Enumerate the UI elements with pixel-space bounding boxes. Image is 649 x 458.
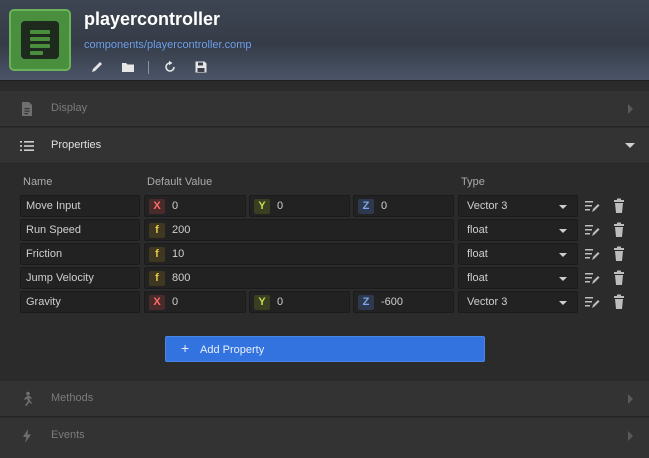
component-title: playercontroller xyxy=(84,9,221,29)
y-axis-badge: Y xyxy=(254,295,270,310)
vector-x-field[interactable]: X0 xyxy=(144,195,246,217)
property-row: Run Speed f 200 float xyxy=(20,219,640,241)
chevron-down-icon xyxy=(625,143,635,148)
edit-icon[interactable] xyxy=(88,58,106,76)
vector-x-field[interactable]: X0 xyxy=(144,291,246,313)
property-row: Jump Velocity f 800 float xyxy=(20,267,640,289)
y-axis-badge: Y xyxy=(254,199,270,214)
component-header: playercontroller components/playercontro… xyxy=(0,0,649,81)
section-properties[interactable]: Properties xyxy=(0,128,649,164)
x-axis-badge: X xyxy=(149,199,165,214)
dropdown-arrow-icon xyxy=(559,205,567,209)
type-dropdown[interactable]: float xyxy=(458,219,578,241)
edit-list-icon[interactable] xyxy=(584,222,600,238)
property-row: Move Input X0 Y0 Z0 Vector 3 xyxy=(20,195,640,217)
dropdown-arrow-icon xyxy=(559,253,567,257)
float-value-field[interactable]: f 200 xyxy=(144,219,454,241)
add-property-button[interactable]: + Add Property xyxy=(165,336,485,362)
section-events[interactable]: Events xyxy=(0,418,649,458)
type-dropdown[interactable]: Vector 3 xyxy=(458,291,578,313)
reload-icon[interactable] xyxy=(161,58,179,76)
chevron-right-icon xyxy=(628,431,633,441)
column-header-default-value: Default Value xyxy=(147,176,213,188)
type-dropdown[interactable]: float xyxy=(458,243,578,265)
column-header-name: Name xyxy=(23,176,53,188)
add-property-label: Add Property xyxy=(200,344,265,356)
header-toolbar xyxy=(88,58,223,76)
trash-icon[interactable] xyxy=(611,198,627,214)
toolbar-divider xyxy=(148,60,149,74)
plus-icon: + xyxy=(181,340,190,356)
float-badge: f xyxy=(149,247,165,262)
type-dropdown[interactable]: float xyxy=(458,267,578,289)
section-events-label: Events xyxy=(51,429,85,441)
z-axis-badge: Z xyxy=(358,199,374,214)
save-icon[interactable] xyxy=(192,58,210,76)
float-value-field[interactable]: f 800 xyxy=(144,267,454,289)
lightning-icon xyxy=(23,429,31,443)
z-axis-badge: Z xyxy=(358,295,374,310)
vector-z-field[interactable]: Z0 xyxy=(353,195,454,217)
dropdown-arrow-icon xyxy=(559,277,567,281)
vector-y-field[interactable]: Y0 xyxy=(249,291,350,313)
component-editor: playercontroller components/playercontro… xyxy=(0,0,649,458)
section-methods-label: Methods xyxy=(51,392,94,404)
float-badge: f xyxy=(149,223,165,238)
folder-icon[interactable] xyxy=(119,58,137,76)
edit-list-icon[interactable] xyxy=(584,270,600,286)
edit-list-icon[interactable] xyxy=(584,198,600,214)
component-path-link[interactable]: components/playercontroller.comp xyxy=(84,39,252,51)
property-name-field[interactable]: Move Input xyxy=(20,195,140,217)
type-dropdown[interactable]: Vector 3 xyxy=(458,195,578,217)
property-row: Friction f 10 float xyxy=(20,243,640,265)
dropdown-arrow-icon xyxy=(559,229,567,233)
property-name-field[interactable]: Jump Velocity xyxy=(20,267,140,289)
edit-list-icon[interactable] xyxy=(584,294,600,310)
chevron-right-icon xyxy=(628,104,633,114)
property-name-field[interactable]: Gravity xyxy=(20,291,140,313)
chevron-right-icon xyxy=(628,394,633,404)
property-name-field[interactable]: Friction xyxy=(20,243,140,265)
list-icon xyxy=(20,141,34,151)
edit-list-icon[interactable] xyxy=(584,246,600,262)
running-figure-icon xyxy=(24,391,32,406)
trash-icon[interactable] xyxy=(611,222,627,238)
section-display[interactable]: Display xyxy=(0,91,649,127)
trash-icon[interactable] xyxy=(611,270,627,286)
document-icon xyxy=(22,102,32,116)
section-properties-label: Properties xyxy=(51,139,102,151)
trash-icon[interactable] xyxy=(611,246,627,262)
vector-z-field[interactable]: Z -600 xyxy=(353,291,454,313)
property-name-field[interactable]: Run Speed xyxy=(20,219,140,241)
component-logo-icon xyxy=(9,9,71,71)
column-header-type: Type xyxy=(461,176,485,188)
section-methods[interactable]: Methods xyxy=(0,381,649,417)
dropdown-arrow-icon xyxy=(559,301,567,305)
x-axis-badge: X xyxy=(149,295,165,310)
vector-y-field[interactable]: Y0 xyxy=(249,195,350,217)
trash-icon[interactable] xyxy=(611,294,627,310)
section-display-label: Display xyxy=(51,102,88,114)
float-value-field[interactable]: f 10 xyxy=(144,243,454,265)
float-badge: f xyxy=(149,271,165,286)
property-row: Gravity X0 Y0 Z -600 Vector 3 xyxy=(20,291,640,313)
